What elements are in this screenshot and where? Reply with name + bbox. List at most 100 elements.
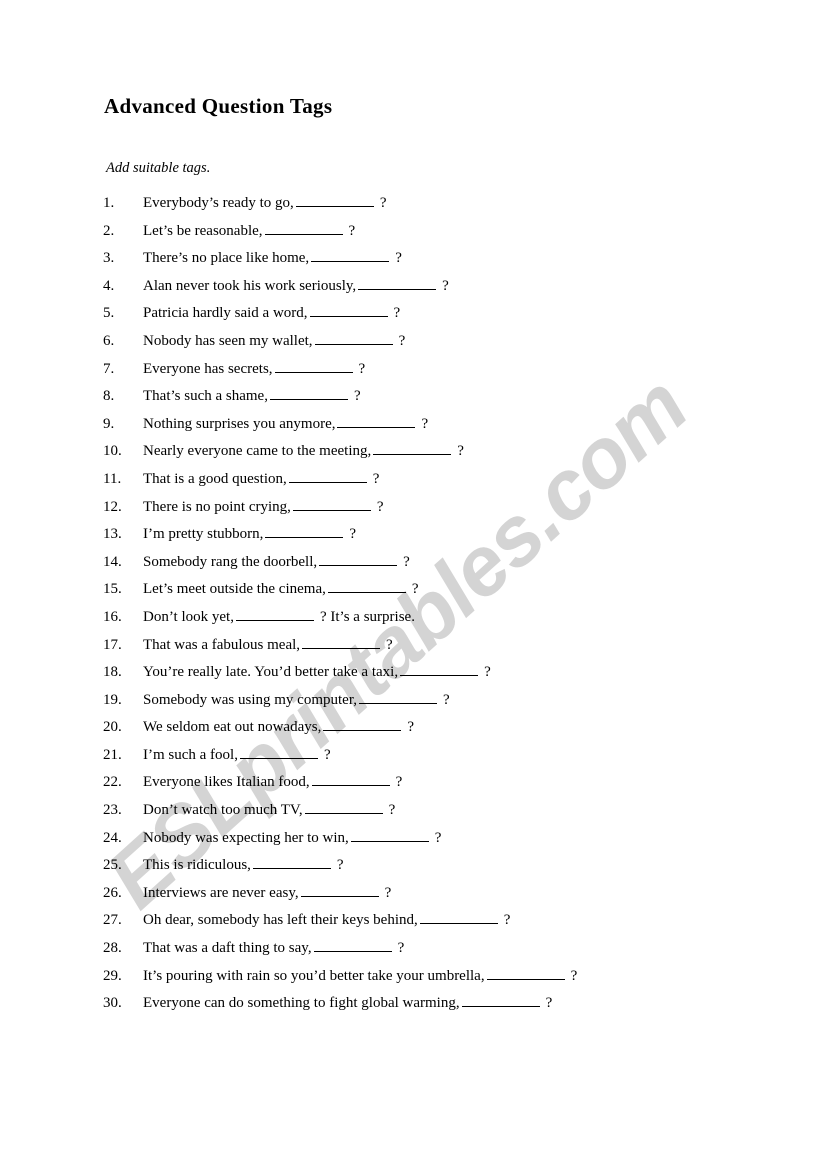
question-number: 27.: [103, 912, 122, 929]
question-number: 10.: [103, 443, 122, 460]
question-item: 24. Nobody was expecting her to win,?: [0, 825, 821, 853]
question-tail: ?: [372, 470, 380, 487]
question-item: 26. Interviews are never easy,?: [0, 880, 821, 908]
answer-blank[interactable]: [300, 884, 379, 897]
question-prompt: Patricia hardly said a word,: [143, 305, 308, 322]
answer-blank[interactable]: [265, 525, 344, 539]
question-body: Let’s meet outside the cinema,?: [143, 576, 419, 604]
question-tail: ?: [336, 857, 344, 874]
question-number: 2.: [103, 222, 115, 239]
question-number: 19.: [103, 691, 122, 708]
question-prompt: I’m pretty stubborn,: [143, 526, 264, 543]
answer-blank[interactable]: [327, 580, 406, 594]
answer-blank[interactable]: [314, 332, 393, 345]
answer-blank[interactable]: [269, 387, 348, 401]
question-tail: ?: [407, 719, 415, 736]
answer-blank[interactable]: [252, 856, 331, 870]
question-tail: ?: [386, 636, 393, 653]
question-prompt: That was a daft thing to say,: [143, 940, 312, 957]
question-body: There is no point crying,?: [143, 494, 384, 522]
question-body: Somebody rang the doorbell,?: [143, 549, 410, 577]
question-prompt: That’s such a shame,: [143, 388, 268, 405]
question-prompt: That was a fabulous meal,: [143, 636, 301, 653]
question-item: 19. Somebody was using my computer,?: [0, 687, 821, 715]
question-number: 28.: [103, 940, 122, 957]
question-list: 1. Everybody’s ready to go,? 2. Let’s be re…: [0, 190, 821, 1018]
question-number: 12.: [103, 498, 122, 515]
answer-blank[interactable]: [292, 497, 371, 511]
answer-blank[interactable]: [309, 304, 388, 318]
question-prompt: Somebody rang the doorbell,: [143, 553, 318, 570]
question-item: 21. I’m such a fool,?: [0, 742, 821, 770]
answer-blank[interactable]: [235, 608, 314, 621]
question-body: Nothing surprises you anymore,?: [143, 411, 428, 439]
answer-blank[interactable]: [400, 663, 479, 677]
question-body: Nearly everyone came to the meeting,?: [143, 438, 464, 466]
answer-blank[interactable]: [288, 470, 367, 483]
answer-blank[interactable]: [486, 966, 565, 980]
answer-blank[interactable]: [274, 359, 353, 373]
question-tail: ?: [393, 305, 401, 322]
question-body: Everybody’s ready to go,?: [143, 190, 386, 218]
answer-blank[interactable]: [239, 746, 318, 759]
answer-blank[interactable]: [373, 442, 452, 456]
question-number: 6.: [103, 332, 115, 349]
question-body: That was a daft thing to say,?: [143, 935, 404, 963]
page-title: Advanced Question Tags: [104, 94, 333, 118]
answer-blank[interactable]: [461, 994, 540, 1008]
question-tail: ?: [348, 222, 356, 239]
question-tail: ?: [434, 829, 442, 846]
answer-blank[interactable]: [313, 939, 392, 953]
question-tail: ?: [403, 553, 410, 570]
question-prompt: Alan never took his work seriously,: [143, 277, 357, 294]
question-prompt: Everybody’s ready to go,: [143, 195, 294, 211]
question-body: Don’t watch too much TV,?: [143, 797, 395, 825]
question-number: 9.: [103, 415, 115, 432]
question-tail: ?: [421, 415, 429, 432]
question-tail: ?: [388, 802, 396, 819]
question-body: Alan never took his work seriously,?: [143, 273, 449, 301]
worksheet-page: ESLprintables.com Advanced Question Tags…: [0, 0, 821, 1169]
question-prompt: It’s pouring with rain so you’d better t…: [143, 967, 485, 984]
question-tail: ?: [442, 277, 449, 294]
question-body: Everyone likes Italian food,?: [143, 769, 402, 797]
question-prompt: Nothing surprises you anymore,: [143, 415, 336, 432]
question-item: 11. That is a good question,?: [0, 466, 821, 494]
question-body: You’re really late. You’d better take a …: [143, 659, 491, 687]
question-number: 11.: [103, 470, 122, 487]
question-body: Everyone can do something to fight globa…: [143, 990, 552, 1018]
answer-blank[interactable]: [311, 249, 390, 263]
question-item: 23. Don’t watch too much TV,?: [0, 797, 821, 825]
question-body: This is ridiculous,?: [143, 852, 344, 880]
question-item: 14. Somebody rang the doorbell,?: [0, 549, 821, 577]
question-tail: ?: [570, 967, 578, 984]
question-body: Oh dear, somebody has left their keys be…: [143, 907, 510, 935]
question-item: 25. This is ridiculous,?: [0, 852, 821, 880]
answer-blank[interactable]: [302, 635, 381, 649]
question-item: 18. You’re really late. You’d better take…: [0, 659, 821, 687]
answer-blank[interactable]: [295, 194, 374, 207]
question-body: Let’s be reasonable,?: [143, 218, 355, 246]
answer-blank[interactable]: [319, 552, 398, 566]
question-item: 8. That’s such a shame,?: [0, 383, 821, 411]
question-number: 18.: [103, 664, 122, 681]
question-number: 7.: [103, 360, 115, 377]
answer-blank[interactable]: [358, 276, 437, 290]
question-prompt: Don’t look yet,: [143, 608, 234, 625]
question-item: 17. That was a fabulous meal,?: [0, 632, 821, 660]
answer-blank[interactable]: [323, 718, 402, 732]
answer-blank[interactable]: [358, 690, 437, 704]
answer-blank[interactable]: [304, 801, 383, 815]
answer-blank[interactable]: [419, 911, 498, 925]
question-item: 5. Patricia hardly said a word,?: [0, 300, 821, 328]
question-number: 3.: [103, 250, 115, 267]
answer-blank[interactable]: [311, 773, 390, 787]
question-tail: ?: [395, 774, 403, 791]
answer-blank[interactable]: [350, 828, 429, 842]
answer-blank[interactable]: [264, 221, 343, 235]
question-number: 26.: [103, 884, 122, 901]
question-prompt: Everyone has secrets,: [143, 360, 273, 377]
question-item: 16. Don’t look yet, ? It’s a surprise.: [0, 604, 821, 632]
answer-blank[interactable]: [337, 414, 416, 428]
question-tail: ?: [484, 664, 491, 681]
